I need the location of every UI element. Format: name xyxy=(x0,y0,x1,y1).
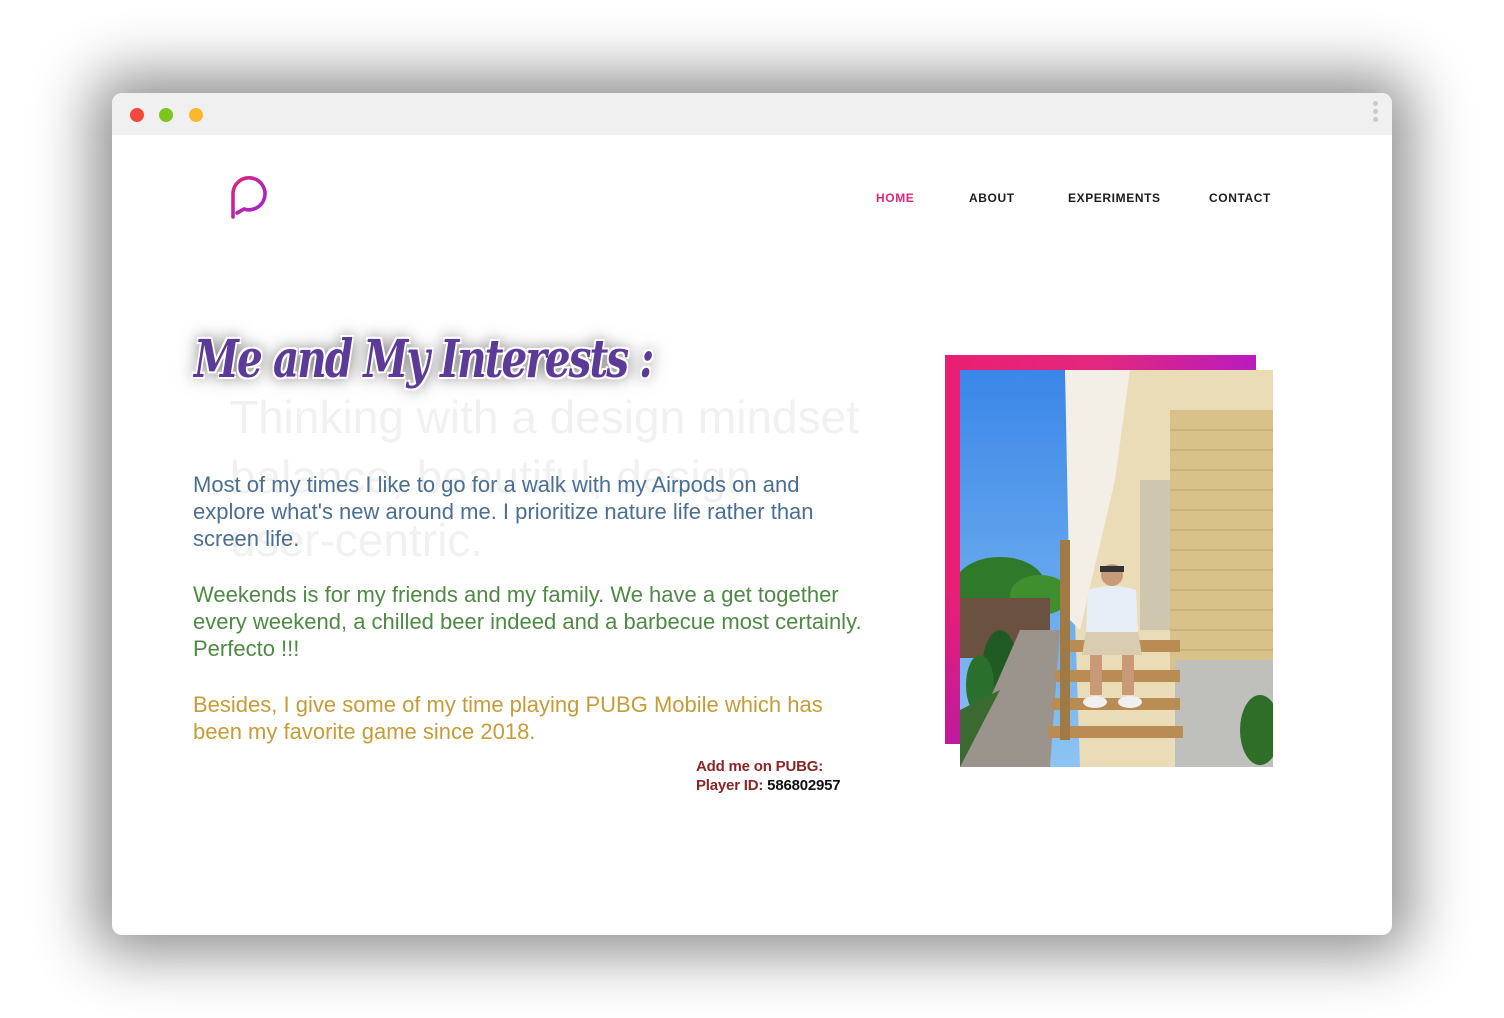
player-id-value: 586802957 xyxy=(767,777,841,794)
window-titlebar xyxy=(112,93,1392,135)
minimize-dot-icon[interactable] xyxy=(189,108,203,122)
pubg-add-label: Add me on PUBG: xyxy=(696,758,823,775)
nav-contact[interactable]: CONTACT xyxy=(1209,191,1271,207)
page-content: HOME ABOUT EXPERIMENTS CONTACT Thinking … xyxy=(112,135,1392,935)
profile-photo xyxy=(960,370,1273,767)
paragraph-weekends: Weekends is for my friends and my family… xyxy=(193,582,862,661)
paragraph-pubg: Besides, I give some of my time playing … xyxy=(193,692,823,744)
chat-bubble-logo-icon[interactable] xyxy=(228,173,270,219)
nav-experiments[interactable]: EXPERIMENTS xyxy=(1068,191,1161,207)
nav-about[interactable]: ABOUT xyxy=(969,191,1015,207)
paragraph-walks: Most of my times I like to go for a walk… xyxy=(193,472,814,551)
close-dot-icon[interactable] xyxy=(130,108,144,122)
pubg-info: Add me on PUBG: Player ID: 586802957 xyxy=(696,757,841,795)
maximize-dot-icon[interactable] xyxy=(159,108,173,122)
nav-home[interactable]: HOME xyxy=(876,191,914,207)
player-id-label: Player ID: xyxy=(696,777,764,794)
kebab-menu-icon[interactable] xyxy=(1371,101,1379,127)
page-title: Me and My Interests : xyxy=(194,329,654,390)
browser-window: HOME ABOUT EXPERIMENTS CONTACT Thinking … xyxy=(112,93,1392,935)
